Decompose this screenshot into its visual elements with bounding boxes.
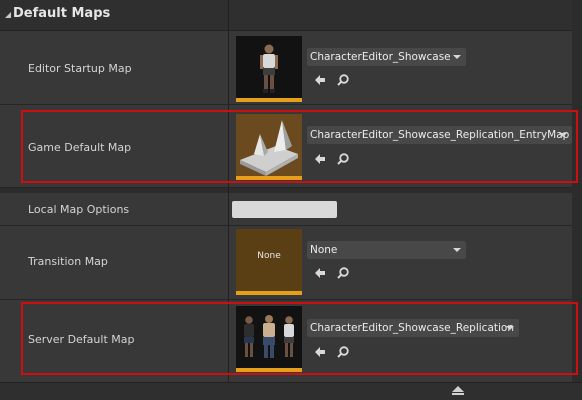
section-header[interactable]: Default Maps xyxy=(0,0,582,31)
server-default-map-thumbnail[interactable] xyxy=(236,306,302,372)
section-title: Default Maps xyxy=(13,6,111,21)
row-editor-startup-map: Editor Startup Map CharacterEditor_Showc… xyxy=(0,31,582,105)
game-default-map-value: CharacterEditor_Showcase_Replication_Ent… xyxy=(310,129,570,141)
advanced-toggle-bar[interactable] xyxy=(0,382,582,400)
left-arrow-icon[interactable] xyxy=(313,151,327,165)
server-default-map-combo[interactable]: CharacterEditor_Showcase_Replication xyxy=(307,319,519,337)
game-default-map-thumbnail[interactable] xyxy=(236,114,302,180)
editor-startup-map-thumbnail[interactable] xyxy=(236,36,302,102)
chevron-down-icon xyxy=(559,133,567,137)
left-arrow-icon[interactable] xyxy=(313,265,327,279)
row-server-default-map: Server Default Map CharacterEditor_Showc… xyxy=(0,300,582,383)
triangle-expanded-icon[interactable] xyxy=(5,12,11,18)
transition-map-label: Transition Map xyxy=(28,255,108,268)
left-arrow-icon[interactable] xyxy=(313,344,327,358)
local-map-options-input[interactable] xyxy=(232,201,337,218)
server-default-map-value: CharacterEditor_Showcase_Replication xyxy=(310,322,514,334)
server-default-map-label: Server Default Map xyxy=(28,333,135,346)
editor-startup-map-value: CharacterEditor_Showcase xyxy=(310,51,451,63)
default-maps-panel: Default Maps Editor Startup Map Characte… xyxy=(0,0,582,400)
local-map-options-label: Local Map Options xyxy=(28,203,130,216)
transition-map-thumbnail[interactable]: None xyxy=(236,229,302,295)
game-default-map-label: Game Default Map xyxy=(28,141,132,154)
chevron-up-underline xyxy=(452,393,464,395)
column-divider[interactable] xyxy=(228,0,229,384)
transition-map-combo[interactable]: None xyxy=(307,241,466,259)
game-default-map-combo[interactable]: CharacterEditor_Showcase_Replication_Ent… xyxy=(307,126,572,144)
scrollbar[interactable] xyxy=(572,0,582,382)
editor-startup-map-combo[interactable]: CharacterEditor_Showcase xyxy=(307,48,466,66)
magnifier-icon[interactable] xyxy=(336,265,350,279)
thumbnail-none-text: None xyxy=(257,251,281,261)
left-arrow-icon[interactable] xyxy=(313,72,327,86)
row-transition-map: Transition Map None None xyxy=(0,226,582,300)
row-game-default-map: Game Default Map CharacterEditor_Showcas… xyxy=(0,105,582,188)
magnifier-icon[interactable] xyxy=(336,344,350,358)
magnifier-icon[interactable] xyxy=(336,72,350,86)
transition-map-value: None xyxy=(310,244,338,256)
row-separator xyxy=(0,188,582,192)
magnifier-icon[interactable] xyxy=(336,151,350,165)
chevron-down-icon xyxy=(453,55,461,59)
chevron-down-icon xyxy=(453,248,461,252)
editor-startup-map-label: Editor Startup Map xyxy=(28,62,132,75)
chevron-down-icon xyxy=(506,326,514,330)
chevron-up-icon[interactable] xyxy=(452,386,464,392)
